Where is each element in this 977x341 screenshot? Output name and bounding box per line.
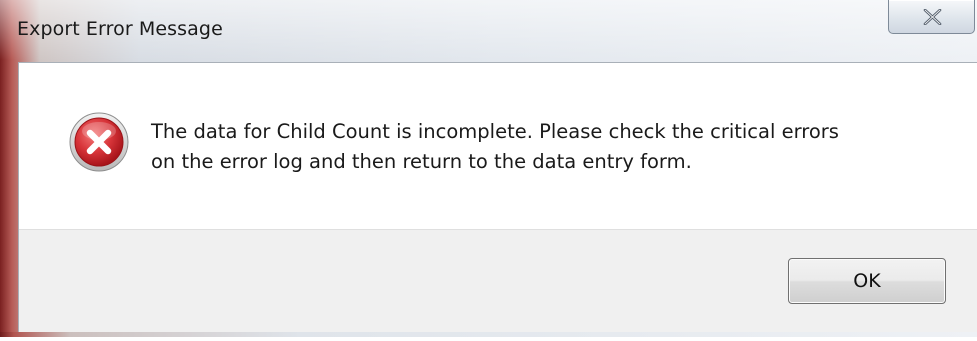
window-title: Export Error Message: [17, 18, 223, 40]
button-bar: OK: [19, 229, 977, 332]
ok-button[interactable]: OK: [788, 258, 946, 304]
close-x-icon: [923, 9, 942, 25]
error-icon: [69, 112, 129, 172]
window-bottom-frame: [0, 332, 977, 341]
dialog-client-area: The data for Child Count is incomplete. …: [18, 62, 977, 332]
message-area: The data for Child Count is incomplete. …: [19, 63, 977, 229]
export-error-dialog: Export Error Message The data for Child …: [0, 0, 977, 341]
close-button[interactable]: [888, 0, 975, 34]
error-message: The data for Child Count is incomplete. …: [151, 117, 951, 177]
error-message-line: The data for Child Count is incomplete. …: [151, 120, 839, 143]
error-message-line: on the error log and then return to the …: [151, 150, 692, 173]
